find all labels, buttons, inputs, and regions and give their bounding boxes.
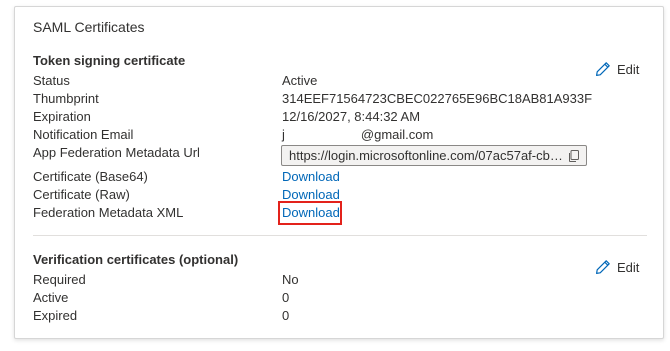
email-prefix: j [282,127,285,142]
highlight-box [278,201,342,225]
card-title: SAML Certificates [33,19,145,35]
pencil-icon [595,61,611,77]
thumbprint-value: 314EEF71564723CBEC022765E96BC18AB81A933F [282,91,593,106]
expiration-value: 12/16/2027, 8:44:32 AM [282,109,421,124]
edit-label: Edit [617,259,640,275]
thumbprint-label: Thumbprint [33,91,99,106]
copy-icon[interactable] [567,149,581,163]
required-value: No [282,272,299,287]
notification-email-value: j @gmail.com [282,127,433,143]
expiration-label: Expiration [33,109,91,124]
notification-email-label: Notification Email [33,127,134,142]
edit-label: Edit [617,61,640,77]
metadata-url-field[interactable]: https://login.microsoftonline.com/07ac57… [281,145,587,166]
token-signing-edit-button[interactable]: Edit [595,61,639,77]
verification-edit-button[interactable]: Edit [595,259,639,275]
expired-label: Expired [33,308,78,323]
status-value: Active [282,73,318,88]
metadata-url-value: https://login.microsoftonline.com/07ac57… [289,148,567,163]
saml-certificates-card: SAML Certificates Token signing certific… [14,6,664,339]
status-label: Status [33,73,70,88]
verification-title: Verification certificates (optional) [33,252,239,267]
token-signing-title: Token signing certificate [33,53,186,68]
cert-raw-label: Certificate (Raw) [33,187,130,202]
required-label: Required [33,272,86,287]
cert-base64-download-link[interactable]: Download [282,169,340,185]
metadata-url-label: App Federation Metadata Url [33,145,200,160]
section-divider [33,235,647,236]
pencil-icon [595,259,611,275]
expired-value: 0 [282,308,290,323]
active-value: 0 [282,290,290,305]
federation-metadata-label: Federation Metadata XML [33,205,184,220]
cert-base64-label: Certificate (Base64) [33,169,148,184]
active-label: Active [33,290,69,305]
email-suffix: @gmail.com [360,127,434,142]
